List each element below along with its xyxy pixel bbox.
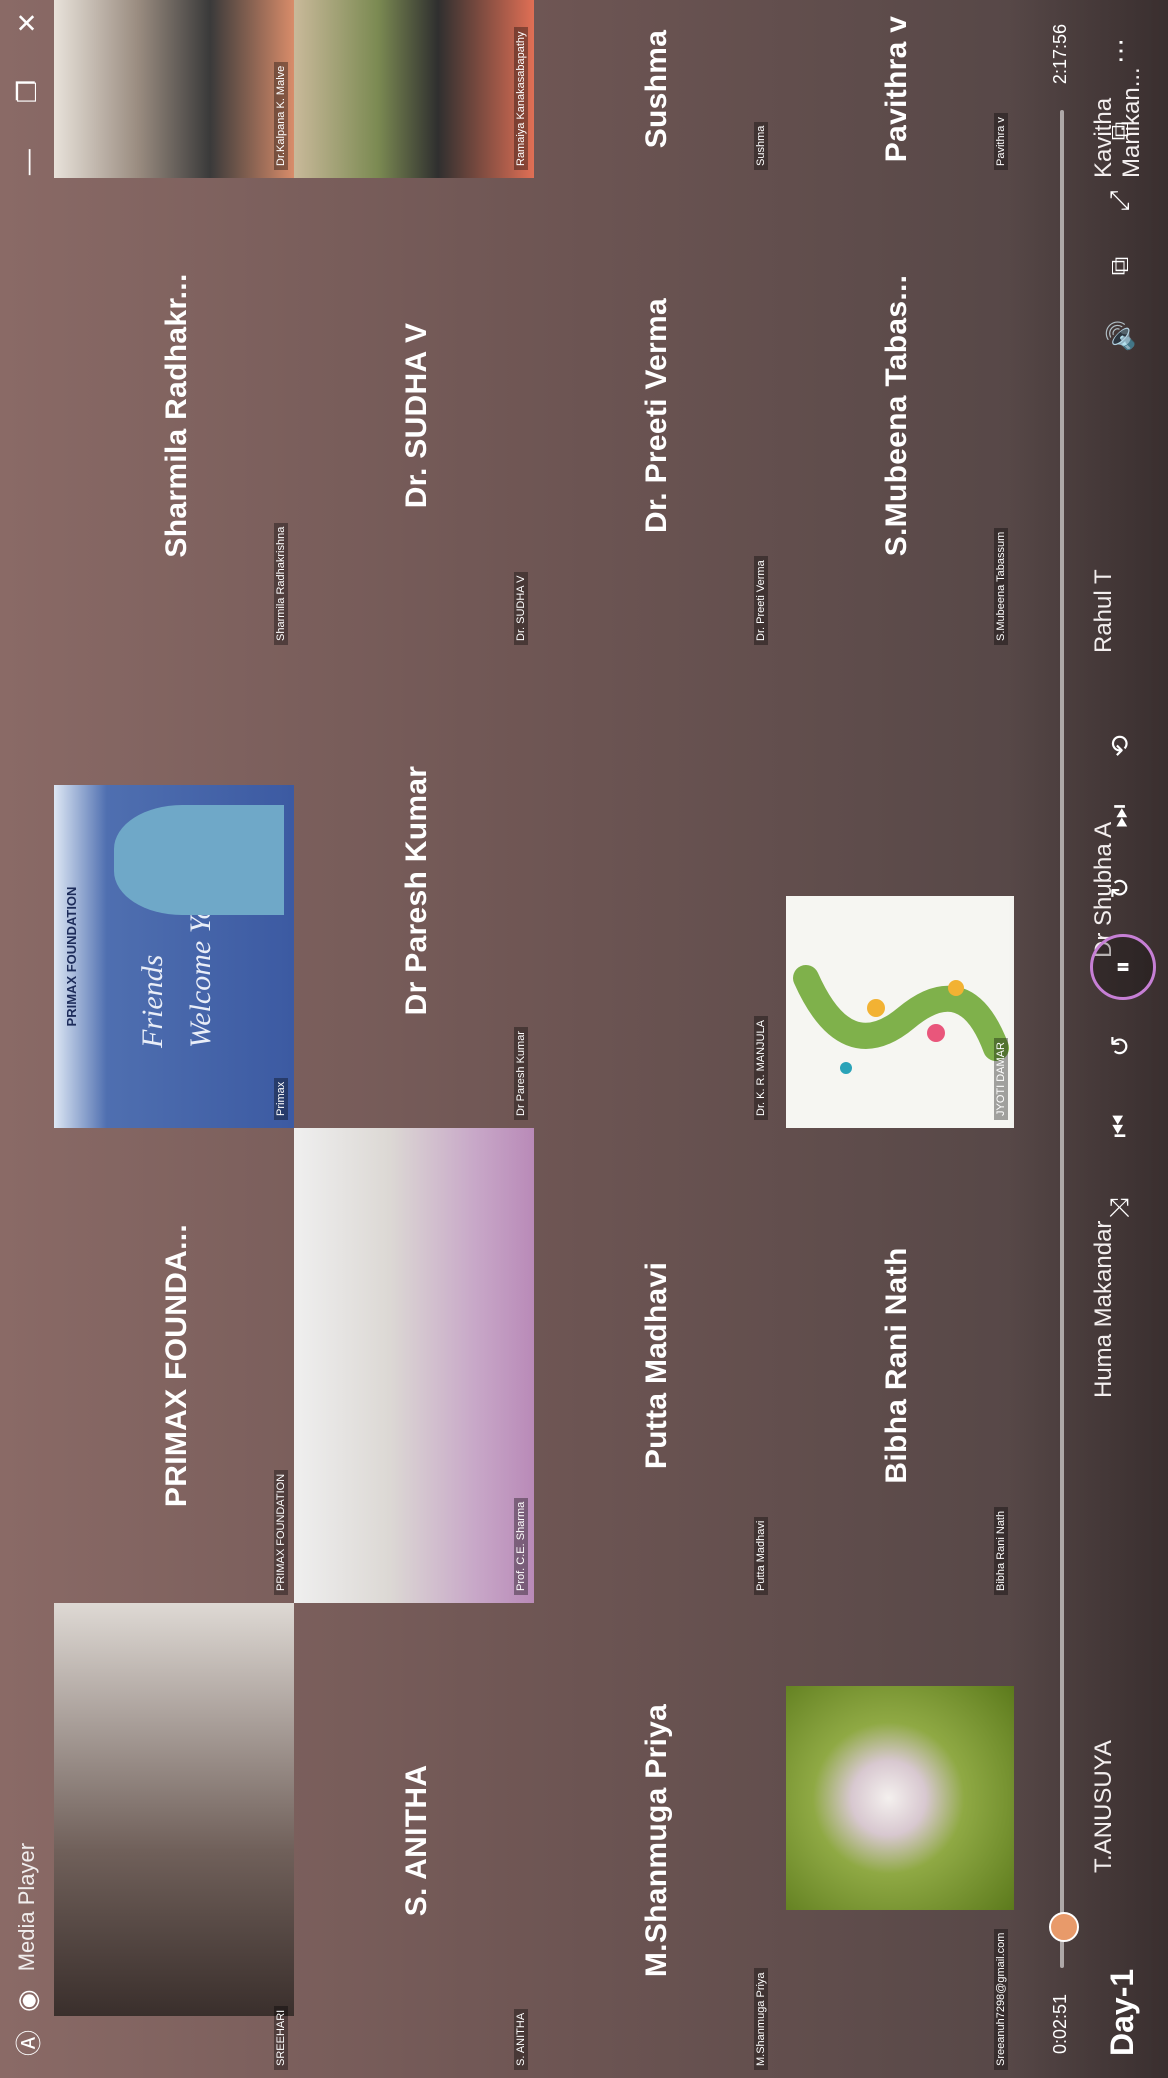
presenter-figure [114,805,284,915]
seek-bar[interactable] [1049,110,1079,1968]
participant-video [54,1603,294,2016]
participant-label: Ramaiya Kanakasabapathy [514,27,528,170]
previous-icon[interactable]: ⏮ [1098,1104,1142,1148]
participant-tile: Dr Paresh Kumar Dr Paresh Kumar [294,653,534,1128]
participant-tile: S. ANITHA S. ANITHA [294,1603,534,2078]
participant-name: PRIMAX FOUNDA... [159,1223,193,1508]
mini-player-icon[interactable]: ⧉ [1098,109,1142,153]
banner-org: PRIMAX FOUNDATION [64,886,79,1027]
close-icon[interactable]: ✕ [12,12,43,34]
participant-picture [786,1686,1014,1910]
current-time: 0:02:51 [1050,1993,1070,2054]
participant-tile: M.Shanmuga Priya M.Shanmuga Priya [534,1603,774,2078]
banner-text: Friends [136,954,169,1048]
participant-tile: Dr. SUDHA V Dr. SUDHA V [294,178,534,653]
participant-tile: Dr. K. R. MANJULA [534,653,774,1128]
window-title: Media Player [14,1842,39,1972]
participant-video [54,0,294,178]
title-bar: Ⓐ ◉ Media Player — ❐ ✕ [0,0,54,2078]
participant-tile: Pavithra v Pavithra v [774,0,1014,178]
participant-tile: Sreeanuh7298@gmail.com [774,1603,1014,2078]
repeat-off-icon[interactable]: ⟲ [1098,724,1142,768]
participant-tile: PRIMAX FOUNDA... PRIMAX FOUNDATION [54,1128,294,1603]
participant-tile: Bibha Rani Nath Bibha Rani Nath [774,1128,1014,1603]
seek-thumb[interactable] [1049,1911,1079,1942]
participant-tile: Dr.Kalpana K. Malve [54,0,294,178]
participant-tile: Prof. C.E. Sharma [294,1128,534,1603]
participant-name: Pavithra v [879,15,913,163]
forward-30-icon[interactable]: ↻ [1098,866,1142,910]
playback-controls: 0:02:51 2:17:56 Day-1 T.ANUSUYA Huma Mak… [1008,0,1168,2078]
minimize-icon[interactable]: — [12,149,43,175]
participant-label: M.Shanmuga Priya [754,1968,768,2070]
participant-tile: SREEHARI [54,1603,294,2078]
participant-label: Bibha Rani Nath [994,1506,1008,1595]
captions-icon[interactable]: ⧉ [1098,244,1142,288]
participant-label: PRIMAX FOUNDATION [274,1469,288,1595]
participant-name: Putta Madhavi [639,1261,673,1470]
button-row: ⤨ ⏮ ↺ ⏸ ↻ ⏭ ⟲ 🔊 ⧉ ⤢ ⧉ ⋯ [1090,0,1158,2078]
participant-tile: Sharmila Radhakr... Sharmila Radhakrishn… [54,178,294,653]
participant-name: Sharmila Radhakr... [159,273,193,558]
back-icon[interactable]: Ⓐ [9,2030,46,2056]
shuffle-icon[interactable]: ⤨ [1098,1186,1142,1230]
participant-tile: Ramaiya Kanakasabapathy [294,0,534,178]
app-icon: ◉ [11,1989,42,2012]
participant-label: Prof. C.E. Sharma [514,1497,528,1595]
media-player-window: Ⓐ ◉ Media Player — ❐ ✕ SREEHARI S. ANITH… [0,0,1168,2078]
participant-name: M.Shanmuga Priya [639,1703,673,1978]
participant-label: Sushma [754,121,768,170]
participant-tile: Putta Madhavi Putta Madhavi [534,1128,774,1603]
floral-illustration [793,965,1009,1074]
total-time: 2:17:56 [1050,24,1070,85]
participant-label: Dr Paresh Kumar [514,1027,528,1120]
participant-label: Putta Madhavi [754,1516,768,1595]
participant-label: Dr.Kalpana K. Malve [274,61,288,170]
rewind-10-icon[interactable]: ↺ [1098,1024,1142,1068]
participant-label: Dr. SUDHA V [514,571,528,645]
participant-name: Dr. Preeti Verma [639,298,673,533]
participant-label: S.Mubeena Tabassum [994,527,1008,645]
participant-label: SREEHARI [274,2005,288,2070]
volume-icon[interactable]: 🔊 [1098,314,1142,358]
restore-icon[interactable]: ❐ [12,80,43,103]
participant-label: Dr. Preeti Verma [754,556,768,645]
fullscreen-icon[interactable]: ⤢ [1098,179,1142,223]
more-options-icon[interactable]: ⋯ [1098,29,1142,73]
participant-video [294,0,534,178]
participant-label: S. ANITHA [514,2008,528,2070]
participant-name: S.Mubeena Tabas... [879,274,913,557]
participant-name: Dr Paresh Kumar [399,765,433,1016]
participant-tile: Sushma Sushma [534,0,774,178]
next-icon[interactable]: ⏭ [1098,794,1142,838]
participant-name: Dr. SUDHA V [399,322,433,509]
participant-name: Bibha Rani Nath [879,1247,913,1484]
participant-label: Sreeanuh7298@gmail.com [994,1928,1008,2070]
participant-tile: PRIMAX FOUNDATION Friends Welcome You Pr… [54,653,294,1128]
participant-tile: S.Mubeena Tabas... S.Mubeena Tabassum [774,178,1014,653]
participant-label: Pavithra v [994,113,1008,170]
participant-picture [786,896,1014,1128]
participant-label: Sharmila Radhakrishna [274,522,288,645]
participant-label: Primax [274,1077,288,1120]
participant-tile: Dr. Preeti Verma Dr. Preeti Verma [534,178,774,653]
participant-name: Sushma [639,29,673,149]
participant-tile: JYOTI DAMAR [774,653,1014,1128]
participant-label: JYOTI DAMAR [994,1038,1008,1120]
welcome-banner: PRIMAX FOUNDATION Friends Welcome You [54,785,294,1128]
pause-button[interactable]: ⏸ [1090,934,1156,1000]
participant-label: Dr. K. R. MANJULA [754,1016,768,1120]
participant-video [294,1128,534,1603]
participant-name: S. ANITHA [399,1764,433,1917]
